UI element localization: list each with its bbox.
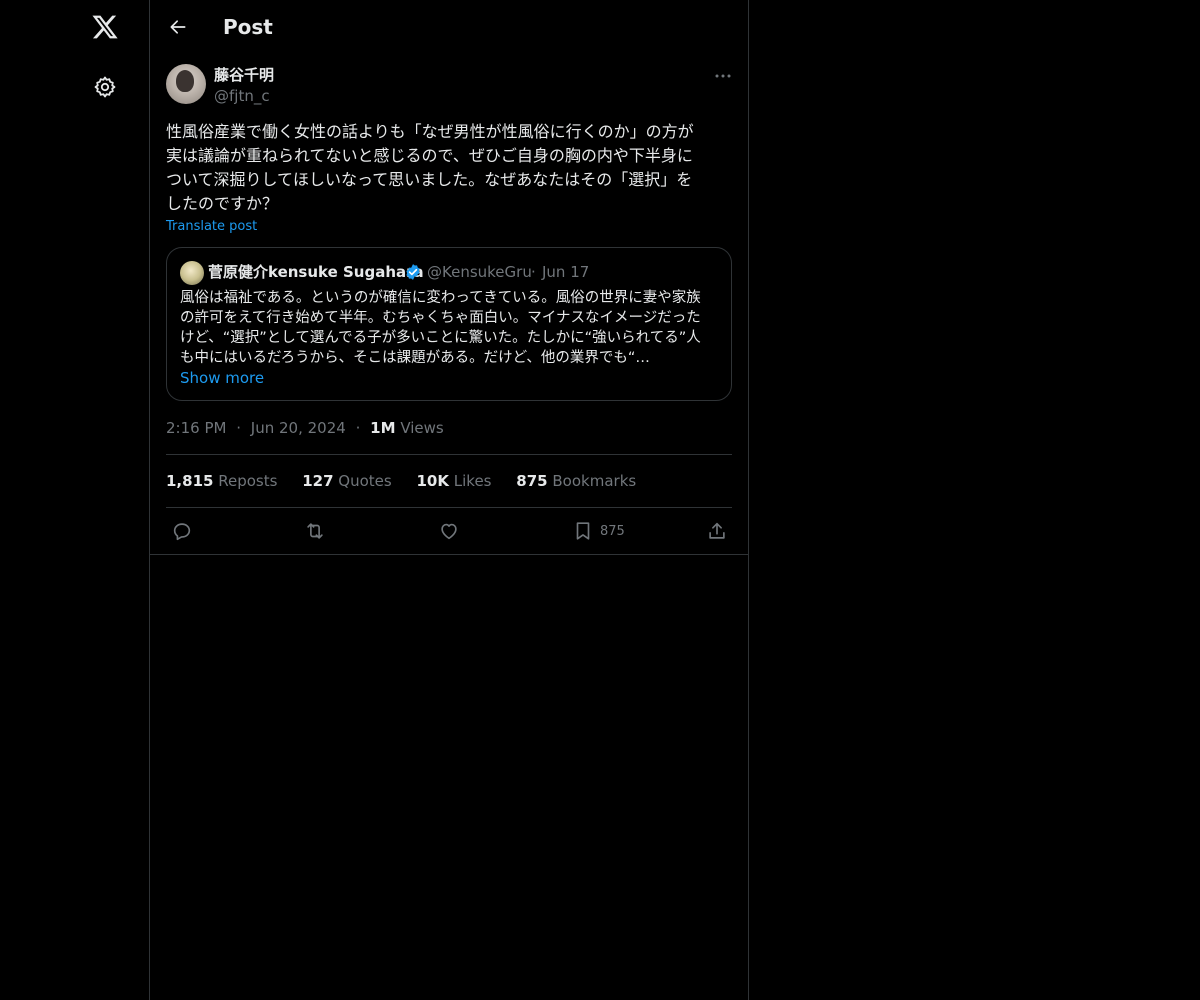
post-date[interactable]: Jun 20, 2024 xyxy=(251,419,346,437)
quote-author-name[interactable]: 菅原健介kensuke Sugahara xyxy=(208,262,424,282)
avatar[interactable] xyxy=(166,64,206,104)
divider xyxy=(166,454,732,455)
arrow-left-icon[interactable] xyxy=(164,13,192,41)
quoted-post[interactable]: 菅原健介kensuke Sugahara @KensukeGru · Jun 1… xyxy=(166,247,732,401)
x-logo-icon[interactable] xyxy=(89,11,121,43)
bookmark-button[interactable]: 875 xyxy=(572,520,625,542)
translate-post-link[interactable]: Translate post xyxy=(166,218,257,236)
post-meta: 2:16 PM · Jun 20, 2024 · 1M Views xyxy=(166,419,444,437)
show-more-link[interactable]: Show more xyxy=(180,368,264,388)
heart-icon xyxy=(441,523,457,540)
author-name[interactable]: 藤谷千明 xyxy=(214,66,274,84)
main-column: Post 藤谷千明 @fjtn_c 性風俗産業で働く女性の話よりも「なぜ男性が性… xyxy=(149,0,749,1000)
reply-icon xyxy=(173,523,191,541)
quote-date[interactable]: Jun 17 xyxy=(542,262,589,282)
views-count: 1M xyxy=(370,419,396,437)
likes-stat[interactable]: 10K Likes xyxy=(417,471,492,491)
quotes-stat[interactable]: 127 Quotes xyxy=(302,471,392,491)
author-handle[interactable]: @fjtn_c xyxy=(214,86,270,106)
quote-separator: · xyxy=(531,263,536,281)
verified-badge-icon xyxy=(406,264,420,280)
post-time[interactable]: 2:16 PM xyxy=(166,419,226,437)
like-button[interactable] xyxy=(438,520,460,542)
bookmark-count: 875 xyxy=(600,523,625,539)
reply-button[interactable] xyxy=(171,520,193,542)
post-stats: 1,815 Reposts 127 Quotes 10K Likes 875 B… xyxy=(166,471,656,491)
gear-icon[interactable] xyxy=(89,71,121,103)
header: Post xyxy=(150,0,748,54)
bookmarks-stat[interactable]: 875 Bookmarks xyxy=(516,471,636,491)
page-title: Post xyxy=(223,15,273,39)
reposts-stat[interactable]: 1,815 Reposts xyxy=(166,471,277,491)
divider xyxy=(150,554,748,555)
left-nav xyxy=(0,0,149,1000)
share-button[interactable] xyxy=(706,520,728,542)
quote-text: 風俗は福祉である。というのが確信に変わってきている。風俗の世界に妻や家族 の許可… xyxy=(180,290,701,366)
more-options-icon[interactable] xyxy=(710,66,736,86)
repost-icon xyxy=(307,523,323,539)
post-text: 性風俗産業で働く女性の話よりも「なぜ男性が性風俗に行くのか」の方が 実は議論が重… xyxy=(166,122,694,213)
action-bar: 875 xyxy=(150,508,748,554)
repost-button[interactable] xyxy=(304,520,326,542)
share-icon xyxy=(709,522,725,539)
quote-avatar[interactable] xyxy=(180,261,204,285)
bookmark-icon xyxy=(576,522,590,540)
views-label: Views xyxy=(400,419,444,437)
quote-author-handle: @KensukeGru xyxy=(427,263,532,281)
